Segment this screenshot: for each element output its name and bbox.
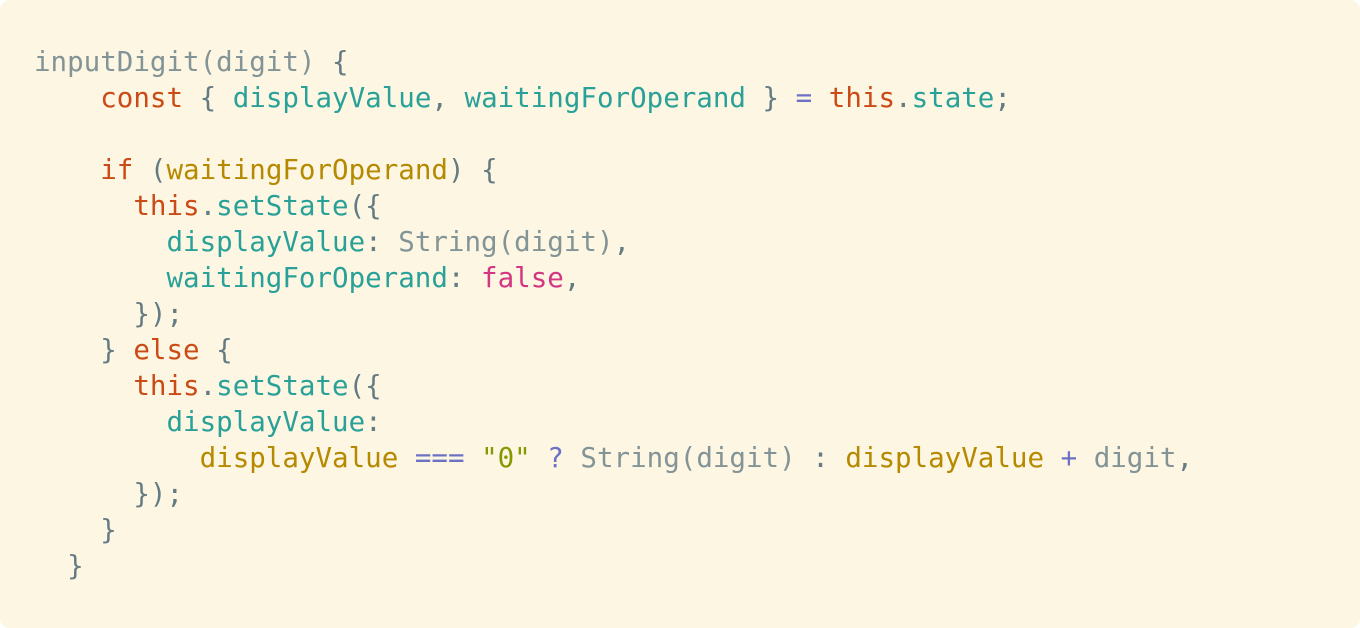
code-token-punct: ({ — [348, 370, 382, 402]
code-token-keyword: if — [100, 154, 134, 186]
code-token-prop: setState — [216, 370, 349, 402]
code-token-punct: . — [199, 370, 217, 402]
code-token-punct: . — [199, 190, 217, 222]
code-token-punct: ) { — [447, 154, 498, 186]
code-token-op: === — [414, 442, 465, 474]
code-token-prop: waitingForOperand — [464, 82, 746, 114]
code-token-punct: ({ — [348, 190, 382, 222]
code-token-keyword: this — [133, 190, 200, 222]
code-token-punct: , — [613, 226, 631, 258]
code-line: waitingForOperand: false, — [34, 260, 1193, 296]
code-snippet-panel: inputDigit(digit) { const { displayValue… — [0, 0, 1360, 628]
code-token-op: ? — [547, 442, 564, 474]
code-token-ident: displayValue — [199, 442, 399, 474]
code-token-punct: { — [183, 82, 233, 114]
code-token-prop: waitingForOperand — [166, 262, 448, 294]
code-token-punct: ( — [133, 154, 167, 186]
code-token-punct: , — [1176, 442, 1194, 474]
code-token-bool: false — [481, 262, 564, 294]
code-token-punct: } — [745, 82, 796, 114]
code-token-keyword: else — [133, 334, 200, 366]
code-line: displayValue: String(digit), — [34, 224, 1193, 260]
code-token-punct: }); — [133, 298, 184, 330]
code-line: this.setState({ — [34, 188, 1193, 224]
code-line: }); — [34, 296, 1193, 332]
code-token-plain: inputDigit(digit) — [34, 46, 333, 78]
code-block: inputDigit(digit) { const { displayValue… — [34, 44, 1193, 584]
code-token-prop: displayValue — [166, 226, 366, 258]
code-token-op: + — [1060, 442, 1078, 474]
code-line: } — [34, 548, 1193, 584]
code-token-prop: state — [911, 82, 995, 114]
code-token-punct: }); — [133, 478, 184, 510]
code-token-punct: } — [67, 550, 84, 582]
code-line: displayValue === "0" ? String(digit) : d… — [34, 440, 1193, 476]
code-token-punct: , — [563, 262, 581, 294]
code-token-prop: displayValue — [166, 406, 366, 438]
code-line: if (waitingForOperand) { — [34, 152, 1193, 188]
code-token-punct: : — [365, 226, 399, 258]
code-line: this.setState({ — [34, 368, 1193, 404]
code-token-punct: , — [431, 82, 465, 114]
code-token-keyword: this — [828, 82, 896, 114]
code-token-plain: String(digit) — [580, 442, 796, 474]
code-token-punct: } — [100, 514, 117, 546]
code-token-plain: digit — [1077, 442, 1177, 474]
code-token-prop: setState — [216, 190, 349, 222]
code-token-punct: } — [100, 334, 134, 366]
code-token-plain: String(digit) — [398, 226, 614, 258]
code-token-punct: { — [199, 334, 233, 366]
code-line: } — [34, 512, 1193, 548]
code-token-punct: : — [795, 442, 846, 474]
code-token-punct: : — [447, 262, 482, 294]
code-token-keyword: const — [100, 82, 184, 114]
code-line: }); — [34, 476, 1193, 512]
code-line: const { displayValue, waitingForOperand … — [34, 80, 1193, 116]
code-token-ident: displayValue — [845, 442, 1045, 474]
code-line: inputDigit(digit) { — [34, 44, 1193, 80]
code-line: displayValue: — [34, 404, 1193, 440]
code-token-punct: ; — [994, 82, 1011, 114]
code-token-keyword: this — [133, 370, 200, 402]
code-token-ident: waitingForOperand — [166, 154, 448, 186]
code-token-prop: displayValue — [232, 82, 432, 114]
code-token-punct: : — [365, 406, 382, 438]
code-token-op: = — [795, 82, 813, 114]
code-token-punct: . — [895, 82, 912, 114]
code-token-punct: { — [332, 46, 349, 78]
code-line: } else { — [34, 332, 1193, 368]
code-token-string: "0" — [481, 442, 531, 474]
